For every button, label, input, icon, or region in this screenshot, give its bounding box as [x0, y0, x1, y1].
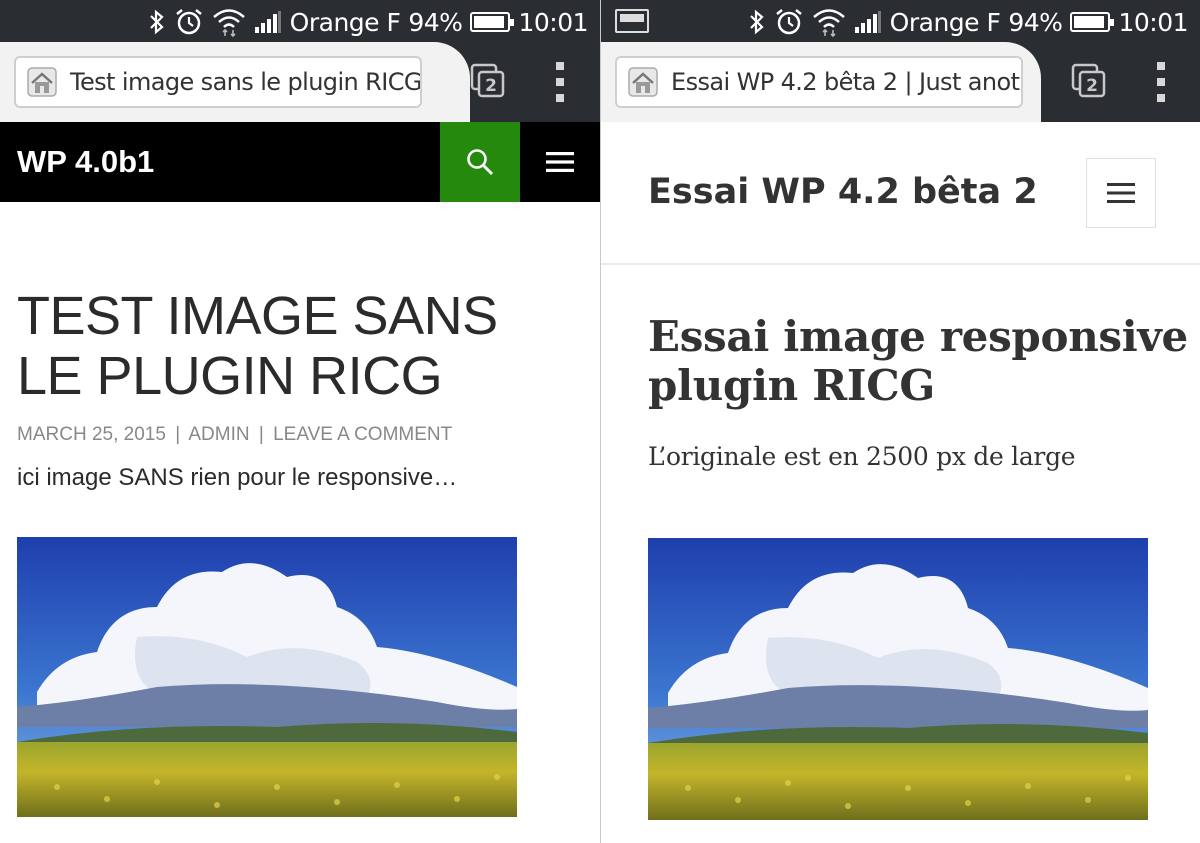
- screenshot-notification-icon: [615, 9, 649, 33]
- browser-toolbar: Essai WP 4.2 bêta 2 | Just anoth 2: [601, 42, 1200, 122]
- search-icon: [467, 149, 494, 176]
- tab-count: 2: [1086, 76, 1098, 96]
- post-excerpt: L’originale est en 2500 px de large: [648, 442, 1076, 471]
- overflow-menu-button[interactable]: [1156, 62, 1166, 102]
- battery-percent: 94%: [408, 7, 463, 37]
- post-meta: MARCH 25, 2015 | ADMIN | LEAVE A COMMENT: [17, 424, 452, 446]
- address-bar[interactable]: Essai WP 4.2 bêta 2 | Just anoth: [615, 56, 1023, 108]
- tabs-icon: 2: [1071, 63, 1106, 98]
- site-title[interactable]: Essai WP 4.2 bêta 2: [648, 172, 1038, 212]
- carrier-name: Orange F: [289, 7, 401, 37]
- right-screenshot: Orange F 94% 10:01 Essai WP 4.2 bêta 2 |…: [601, 0, 1200, 843]
- signal-icon: [254, 6, 282, 38]
- bluetooth-icon: [748, 6, 766, 38]
- hamburger-icon: [1107, 183, 1135, 203]
- post-image: [648, 538, 1148, 820]
- bluetooth-icon: [148, 6, 166, 38]
- battery-icon: [1070, 12, 1115, 32]
- url-text: Essai WP 4.2 bêta 2 | Just anoth: [671, 68, 1023, 96]
- battery-icon: [470, 12, 515, 32]
- site-header: Essai WP 4.2 bêta 2: [601, 122, 1200, 265]
- home-icon: [628, 67, 658, 97]
- post-image: [17, 537, 517, 817]
- address-bar[interactable]: Test image sans le plugin RICG |: [14, 56, 422, 108]
- menu-toggle-button[interactable]: [1086, 158, 1156, 228]
- leave-comment-link[interactable]: LEAVE A COMMENT: [273, 424, 452, 445]
- meta-separator: |: [258, 424, 264, 445]
- meta-separator: |: [175, 424, 181, 445]
- tab-switcher-button[interactable]: 2: [470, 62, 506, 102]
- menu-toggle-button[interactable]: [520, 122, 600, 202]
- status-bar: Orange F 94% 10:01: [0, 0, 600, 42]
- tab-switcher-button[interactable]: 2: [1071, 62, 1107, 102]
- left-screenshot: Orange F 94% 10:01 Test image sans le pl…: [0, 0, 600, 843]
- wifi-icon: [812, 6, 846, 38]
- overflow-menu-button[interactable]: [555, 62, 565, 102]
- post-excerpt: ici image SANS rien pour le responsive…: [17, 464, 458, 491]
- site-title[interactable]: WP 4.0b1: [17, 144, 154, 180]
- battery-percent: 94%: [1008, 7, 1063, 37]
- post-title[interactable]: TEST IMAGE SANS LE PLUGIN RICG: [17, 286, 577, 406]
- post-title[interactable]: Essai image responsive plugin RICG: [648, 312, 1188, 410]
- alarm-icon: [174, 6, 204, 38]
- hamburger-icon: [546, 152, 574, 172]
- post-author[interactable]: ADMIN: [188, 424, 249, 445]
- search-button[interactable]: [440, 122, 520, 202]
- clock: 10:01: [1118, 7, 1188, 37]
- home-icon: [27, 67, 57, 97]
- clock: 10:01: [518, 7, 588, 37]
- wifi-icon: [212, 6, 246, 38]
- site-header: WP 4.0b1: [0, 122, 600, 202]
- status-bar: Orange F 94% 10:01: [601, 0, 1200, 42]
- tab-count: 2: [485, 76, 497, 96]
- url-text: Test image sans le plugin RICG |: [70, 68, 422, 96]
- tabs-icon: 2: [470, 63, 505, 98]
- carrier-name: Orange F: [889, 7, 1001, 37]
- signal-icon: [854, 6, 882, 38]
- browser-toolbar: Test image sans le plugin RICG | 2: [0, 42, 600, 122]
- alarm-icon: [774, 6, 804, 38]
- post-date[interactable]: MARCH 25, 2015: [17, 424, 166, 445]
